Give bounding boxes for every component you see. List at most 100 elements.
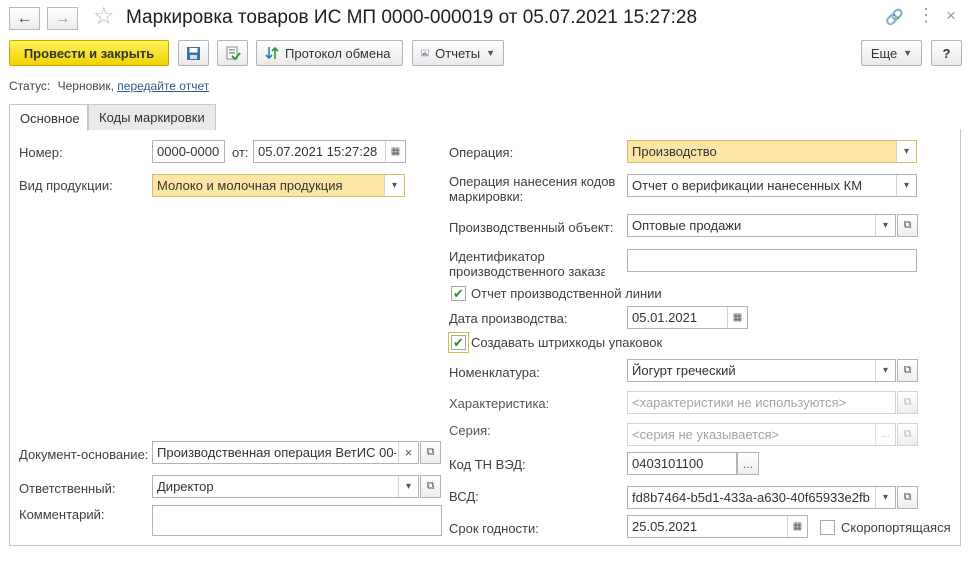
tnved-input[interactable]: 0403101100 (627, 452, 737, 475)
open-responsible-button[interactable]: ⧉ (420, 475, 441, 498)
line-report-label: Отчет производственной линии (471, 286, 662, 301)
production-order-input[interactable] (627, 249, 917, 272)
open-icon: ⧉ (426, 446, 435, 458)
document-date-value: 05.07.2021 15:27:28 (258, 144, 378, 159)
expiry-date-input[interactable]: 25.05.2021 ▦ (627, 515, 808, 538)
open-production-object-button[interactable]: ⧉ (897, 214, 918, 237)
chevron-down-icon: ▼ (903, 48, 913, 58)
product-type-select[interactable]: Молоко и молочная продукция ▾ (152, 174, 405, 197)
characteristic-label: Характеристика: (449, 396, 550, 411)
forward-button[interactable]: → (47, 7, 78, 30)
save-icon (187, 46, 200, 60)
send-report-link[interactable]: передайте отчет (117, 79, 209, 93)
open-nomenclature-button[interactable]: ⧉ (897, 359, 918, 382)
check-icon: ✔ (453, 286, 464, 301)
nomenclature-select[interactable]: Йогурт греческий ▾ (627, 359, 896, 382)
expiry-label: Срок годности: (449, 521, 539, 536)
responsible-value: Директор (157, 479, 214, 494)
vsd-label: ВСД: (449, 489, 479, 504)
exchange-icon (265, 46, 279, 60)
characteristic-input: <характеристики не используются> (627, 391, 896, 414)
operation-label: Операция: (449, 145, 514, 160)
tnved-label: Код ТН ВЭД: (449, 457, 526, 472)
production-date-input[interactable]: 05.01.2021 ▦ (627, 306, 748, 329)
number-input[interactable]: 0000-00001 (152, 140, 225, 163)
dropdown-icon[interactable]: ▾ (398, 476, 418, 497)
close-icon[interactable]: × (946, 6, 956, 26)
line-report-checkbox[interactable]: ✔ (451, 286, 466, 301)
tnved-select-button[interactable]: ... (737, 452, 759, 475)
dropdown-icon[interactable]: ▾ (875, 360, 895, 381)
status-line: Статус: Черновик, передайте отчет (9, 79, 209, 93)
clear-icon[interactable]: × (398, 442, 418, 463)
check-icon: ✔ (453, 335, 464, 350)
exchange-log-button[interactable]: Протокол обмена (256, 40, 403, 66)
open-icon: ⧉ (903, 364, 912, 376)
basis-document-label: Документ-основание: (19, 447, 149, 462)
create-barcodes-label: Создавать штрихкоды упаковок (471, 335, 663, 350)
create-barcodes-checkbox[interactable]: ✔ (448, 332, 469, 353)
status-label: Статус: (9, 79, 51, 93)
open-basis-button[interactable]: ⧉ (420, 441, 441, 464)
back-button[interactable]: ← (9, 7, 40, 30)
responsible-select[interactable]: Директор ▾ (152, 475, 419, 498)
comment-input[interactable] (152, 505, 442, 536)
nomenclature-value: Йогурт греческий (632, 363, 736, 378)
tab-marking-codes[interactable]: Коды маркировки (88, 104, 216, 130)
series-label: Серия: (449, 423, 491, 438)
post-document-icon (226, 46, 241, 61)
reports-button[interactable]: Отчеты ▼ (412, 40, 504, 66)
status-value: Черновик, (57, 79, 114, 93)
apply-operation-select[interactable]: Отчет о верификации нанесенных КМ ▾ (627, 174, 917, 197)
post-button[interactable] (217, 40, 248, 66)
dropdown-icon[interactable]: ▾ (875, 487, 895, 508)
dropdown-icon[interactable]: ▾ (896, 141, 916, 162)
perishable-checkbox[interactable] (820, 520, 835, 535)
comment-label: Комментарий: (19, 507, 105, 522)
arrow-right-icon: → (54, 9, 71, 27)
production-order-label-line1: Идентификатор (449, 249, 545, 264)
open-vsd-button[interactable]: ⧉ (897, 486, 918, 509)
post-and-close-button[interactable]: Провести и закрыть (9, 40, 169, 66)
save-button[interactable] (178, 40, 209, 66)
tab-main[interactable]: Основное (9, 104, 88, 131)
series-placeholder: <серия не указывается> (632, 427, 780, 442)
link-icon[interactable]: 🔗 (885, 8, 904, 28)
more-button[interactable]: Еще ▼ (861, 40, 922, 66)
dropdown-icon[interactable]: ▾ (875, 215, 895, 236)
favorite-star-icon[interactable]: ☆ (93, 4, 115, 30)
open-characteristic-button: ⧉ (897, 391, 918, 414)
arrow-left-icon: ← (16, 9, 33, 27)
production-date-label: Дата производства: (449, 311, 568, 326)
calendar-icon[interactable]: ▦ (787, 516, 807, 537)
open-series-button: ⧉ (897, 423, 918, 446)
series-input: <серия не указывается> ... (627, 423, 896, 446)
document-date-input[interactable]: 05.07.2021 15:27:28 ▦ (253, 140, 406, 163)
vsd-select[interactable]: fd8b7464-b5d1-433a-a630-40f65933e2fb Й ▾ (627, 486, 896, 509)
production-object-select[interactable]: Оптовые продажи ▾ (627, 214, 896, 237)
operation-select[interactable]: Производство ▾ (627, 140, 917, 163)
open-icon: ⧉ (903, 428, 912, 440)
nomenclature-label: Номенклатура: (449, 365, 540, 380)
open-icon: ⧉ (426, 480, 435, 492)
vsd-value: fd8b7464-b5d1-433a-a630-40f65933e2fb Й (632, 490, 873, 505)
production-order-label-line2: производственного заказа (449, 264, 605, 279)
production-object-value: Оптовые продажи (632, 218, 742, 233)
help-button[interactable]: ? (931, 40, 962, 66)
responsible-label: Ответственный: (19, 481, 116, 496)
product-type-label: Вид продукции: (19, 178, 113, 193)
dropdown-icon[interactable]: ▾ (384, 175, 404, 196)
basis-document-value: Производственная операция ВетИС 00-0 (157, 445, 396, 460)
product-type-value: Молоко и молочная продукция (157, 178, 343, 193)
chevron-down-icon: ▼ (486, 48, 495, 58)
calendar-icon[interactable]: ▦ (727, 307, 747, 328)
window-title: Маркировка товаров ИС МП 0000-000019 от … (126, 7, 698, 28)
dropdown-icon[interactable]: ▾ (896, 175, 916, 196)
production-object-label: Производственный объект: (449, 220, 614, 235)
calendar-icon[interactable]: ▦ (385, 141, 405, 162)
exchange-log-label: Протокол обмена (285, 45, 391, 61)
more-vertical-icon[interactable]: ⋮ (917, 5, 935, 25)
open-icon: ⧉ (903, 396, 912, 408)
basis-document-input[interactable]: Производственная операция ВетИС 00-0 × (152, 441, 419, 464)
number-label: Номер: (19, 145, 63, 160)
